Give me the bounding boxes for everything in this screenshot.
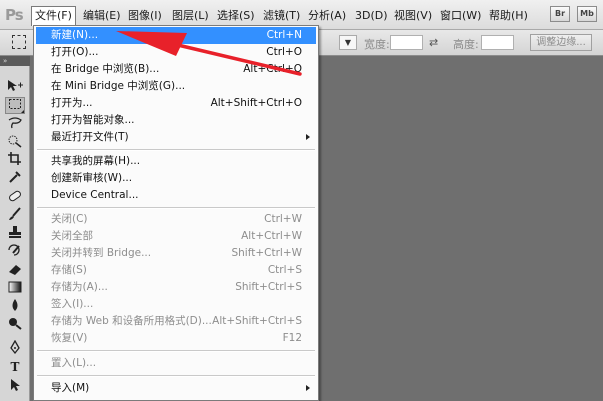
menu-item-save[interactable]: 存储(S) Ctrl+S <box>36 262 316 279</box>
menu-item-shortcut: Alt+Shift+Ctrl+O <box>210 97 302 109</box>
menu-item-browse-in-bridge[interactable]: 在 Bridge 中浏览(B)... Alt+Ctrl+O <box>36 61 316 78</box>
tools-panel-header[interactable]: » <box>0 56 30 66</box>
menu-item-create-new-review[interactable]: 创建新审核(W)... <box>36 170 316 187</box>
menu-item-label: 置入(L)... <box>51 357 97 369</box>
menu-item-label: 打开(O)... <box>51 46 99 58</box>
menu-item-share-my-screen[interactable]: 共享我的屏幕(H)... <box>36 153 316 170</box>
menu-analysis[interactable]: 分析(A) <box>305 7 349 25</box>
menu-item-open[interactable]: 打开(O)... Ctrl+O <box>36 44 316 61</box>
menu-item-shortcut: Ctrl+O <box>266 46 302 58</box>
menu-item-open-as[interactable]: 打开为... Alt+Shift+Ctrl+O <box>36 95 316 112</box>
menu-item-label: Device Central... <box>51 189 139 201</box>
menu-item-label: 关闭并转到 Bridge... <box>51 247 152 259</box>
crop-tool-icon[interactable] <box>5 152 25 169</box>
launch-mini-bridge-button[interactable]: Mb <box>577 6 597 22</box>
menu-item-shortcut: F12 <box>282 332 302 344</box>
height-field[interactable] <box>481 35 514 50</box>
menu-item-label: 存储为 Web 和设备所用格式(D)... <box>51 315 212 327</box>
menu-item-shortcut: Shift+Ctrl+W <box>231 247 302 259</box>
menu-item-label: 导入(M) <box>51 382 90 394</box>
refine-edge-button[interactable]: 调整边缘... <box>530 34 592 51</box>
menu-item-shortcut: Alt+Ctrl+O <box>243 63 302 75</box>
menu-item-label: 存储为(A)... <box>51 281 108 293</box>
swap-dimensions-icon[interactable]: ⇄ <box>429 36 438 49</box>
menu-item-close-and-go-to-bridge[interactable]: 关闭并转到 Bridge... Shift+Ctrl+W <box>36 245 316 262</box>
menu-separator <box>37 350 315 352</box>
menu-edit[interactable]: 编辑(E) <box>80 7 124 25</box>
spot-healing-brush-icon[interactable] <box>5 189 25 206</box>
menu-item-shortcut: Alt+Ctrl+W <box>241 230 302 242</box>
menu-item-label: 存储(S) <box>51 264 87 276</box>
menu-item-open-recent[interactable]: 最近打开文件(T) <box>36 129 316 146</box>
photoshop-logo: Ps <box>5 6 24 24</box>
menu-item-open-as-smart-object[interactable]: 打开为智能对象... <box>36 112 316 129</box>
menu-item-shortcut: Ctrl+N <box>266 29 302 41</box>
menu-item-place[interactable]: 置入(L)... <box>36 355 316 372</box>
pen-tool-icon[interactable] <box>5 339 25 357</box>
menu-help[interactable]: 帮助(H) <box>486 7 531 25</box>
menu-item-label: 创建新审核(W)... <box>51 172 133 184</box>
dodge-tool-icon[interactable] <box>5 316 25 333</box>
lasso-tool-icon[interactable] <box>5 116 25 133</box>
path-selection-tool-icon[interactable] <box>5 378 25 395</box>
marquee-options-icon[interactable] <box>12 35 26 49</box>
menu-item-save-for-web[interactable]: 存储为 Web 和设备所用格式(D)... Alt+Shift+Ctrl+S <box>36 313 316 330</box>
menu-file[interactable]: 文件(F) <box>31 6 76 26</box>
menu-filter[interactable]: 滤镜(T) <box>260 7 303 25</box>
menu-select[interactable]: 选择(S) <box>214 7 258 25</box>
eyedropper-tool-icon[interactable] <box>5 170 25 187</box>
menu-item-new[interactable]: 新建(N)... Ctrl+N <box>36 27 316 44</box>
blur-tool-icon[interactable] <box>5 298 25 315</box>
height-label: 高度: <box>453 38 479 51</box>
rectangular-marquee-tool-icon[interactable] <box>5 97 25 114</box>
menu-item-label: 关闭全部 <box>51 230 93 242</box>
file-menu-dropdown: 新建(N)... Ctrl+N 打开(O)... Ctrl+O 在 Bridge… <box>33 25 319 401</box>
gradient-tool-icon[interactable] <box>5 280 25 297</box>
menu-layer[interactable]: 图层(L) <box>169 7 212 25</box>
style-dropdown[interactable]: ▼ <box>339 35 357 50</box>
submenu-arrow-icon <box>306 385 310 391</box>
menu-item-check-in[interactable]: 签入(I)... <box>36 296 316 313</box>
type-tool-icon[interactable]: T <box>5 359 25 376</box>
menu-item-revert[interactable]: 恢复(V) F12 <box>36 330 316 347</box>
submenu-arrow-icon <box>306 134 310 140</box>
menu-item-label: 在 Mini Bridge 中浏览(G)... <box>51 80 186 92</box>
menu-item-label: 在 Bridge 中浏览(B)... <box>51 63 160 75</box>
menu-item-shortcut: Ctrl+S <box>267 264 302 276</box>
menu-item-close-all[interactable]: 关闭全部 Alt+Ctrl+W <box>36 228 316 245</box>
menu-3d[interactable]: 3D(D) <box>352 7 391 25</box>
quick-selection-tool-icon[interactable] <box>5 134 25 151</box>
menu-separator <box>37 375 315 377</box>
history-brush-tool-icon[interactable] <box>5 243 25 260</box>
menu-item-shortcut: Ctrl+W <box>264 213 302 225</box>
width-field[interactable] <box>390 35 423 50</box>
move-tool-icon[interactable] <box>5 79 25 96</box>
brush-tool-icon[interactable] <box>5 207 25 224</box>
menu-window[interactable]: 窗口(W) <box>437 7 484 25</box>
menu-item-label: 打开为智能对象... <box>51 114 135 126</box>
eraser-tool-icon[interactable] <box>5 262 25 279</box>
menu-item-device-central[interactable]: Device Central... <box>36 187 316 204</box>
menu-separator <box>37 207 315 209</box>
menu-image[interactable]: 图像(I) <box>125 7 165 25</box>
menu-item-label: 恢复(V) <box>51 332 88 344</box>
menu-item-label: 最近打开文件(T) <box>51 131 129 143</box>
tools-panel: » T <box>0 56 30 401</box>
menu-view[interactable]: 视图(V) <box>391 7 435 25</box>
menu-item-label: 关闭(C) <box>51 213 88 225</box>
menu-item-label: 共享我的屏幕(H)... <box>51 155 141 167</box>
width-label: 宽度: <box>364 38 390 51</box>
menu-item-label: 签入(I)... <box>51 298 94 310</box>
menu-item-label: 打开为... <box>51 97 93 109</box>
launch-bridge-button[interactable]: Br <box>550 6 570 22</box>
menu-item-label: 新建(N)... <box>51 29 99 41</box>
menu-item-shortcut: Alt+Shift+Ctrl+S <box>212 315 302 327</box>
menu-item-close[interactable]: 关闭(C) Ctrl+W <box>36 211 316 228</box>
menu-item-import[interactable]: 导入(M) <box>36 380 316 397</box>
menu-item-save-as[interactable]: 存储为(A)... Shift+Ctrl+S <box>36 279 316 296</box>
menu-item-browse-in-mini-bridge[interactable]: 在 Mini Bridge 中浏览(G)... <box>36 78 316 95</box>
menu-separator <box>37 149 315 151</box>
menu-item-shortcut: Shift+Ctrl+S <box>235 281 302 293</box>
clone-stamp-tool-icon[interactable] <box>5 225 25 242</box>
